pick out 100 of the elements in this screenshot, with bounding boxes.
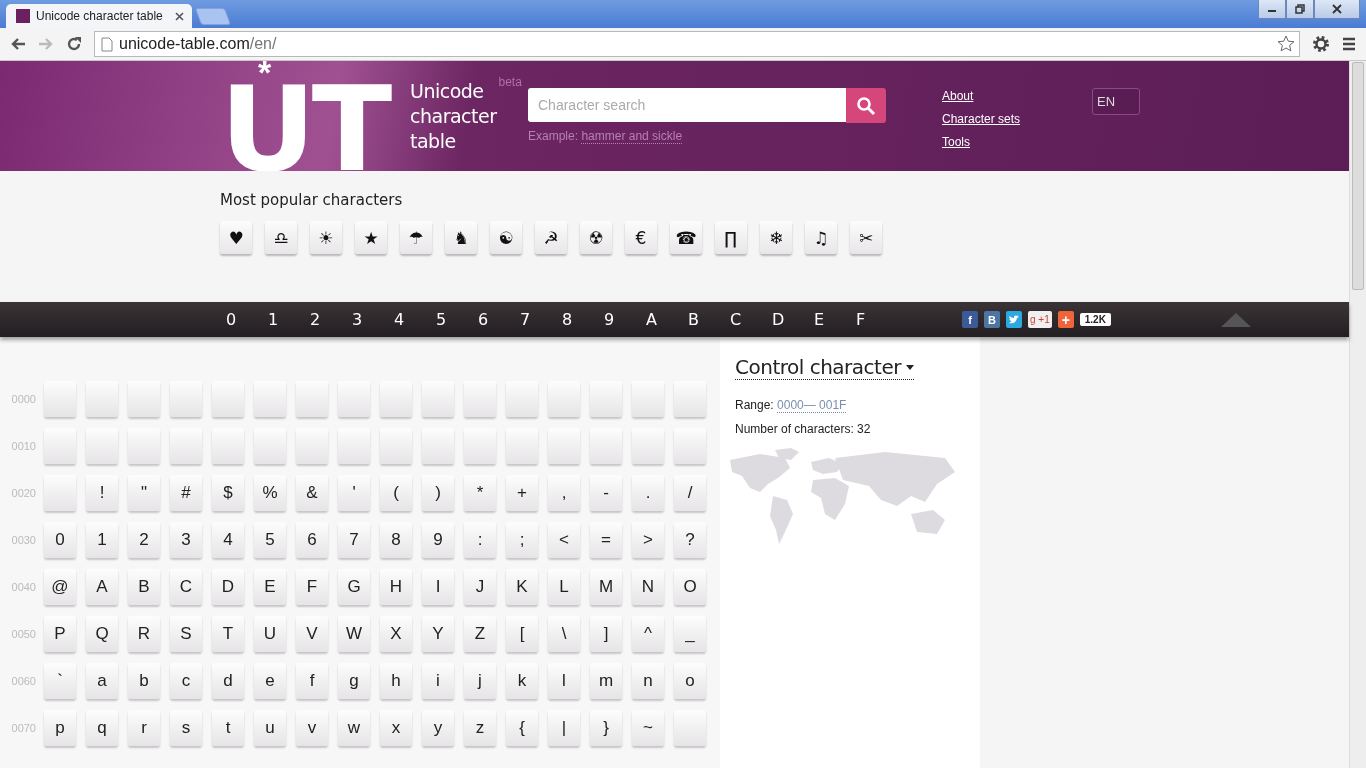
- character-key[interactable]: t: [212, 710, 244, 746]
- character-key[interactable]: ♫: [805, 221, 837, 254]
- character-key[interactable]: [338, 381, 370, 417]
- character-key[interactable]: [: [506, 616, 538, 652]
- character-key[interactable]: [422, 428, 454, 464]
- character-key[interactable]: `: [44, 663, 76, 699]
- character-key[interactable]: y: [422, 710, 454, 746]
- character-key[interactable]: w: [338, 710, 370, 746]
- character-key[interactable]: Y: [422, 616, 454, 652]
- character-key[interactable]: >: [632, 522, 664, 558]
- character-key[interactable]: [548, 381, 580, 417]
- character-key[interactable]: [128, 428, 160, 464]
- character-key[interactable]: p: [44, 710, 76, 746]
- address-bar[interactable]: unicode-table.com/en/: [94, 31, 1300, 57]
- new-tab-button[interactable]: [194, 8, 232, 25]
- character-key[interactable]: Z: [464, 616, 496, 652]
- character-key[interactable]: ;: [506, 522, 538, 558]
- character-key[interactable]: ☀: [310, 221, 342, 254]
- hex-digit-link[interactable]: 7: [520, 310, 562, 329]
- character-key[interactable]: H: [380, 569, 412, 605]
- character-key[interactable]: ❄: [760, 221, 792, 254]
- character-key[interactable]: [44, 475, 76, 511]
- character-key[interactable]: E: [254, 569, 286, 605]
- character-key[interactable]: }: [590, 710, 622, 746]
- character-key[interactable]: U: [254, 616, 286, 652]
- character-key[interactable]: 3: [170, 522, 202, 558]
- character-key[interactable]: [212, 381, 244, 417]
- search-button[interactable]: [846, 88, 886, 123]
- back-icon[interactable]: [10, 37, 26, 51]
- character-key[interactable]: e: [254, 663, 286, 699]
- character-key[interactable]: 5: [254, 522, 286, 558]
- range-link[interactable]: 0000— 001F: [777, 398, 847, 413]
- character-key[interactable]: *: [464, 475, 496, 511]
- character-key[interactable]: N: [632, 569, 664, 605]
- search-field[interactable]: Character search: [528, 88, 846, 122]
- character-key[interactable]: D: [212, 569, 244, 605]
- character-key[interactable]: l: [548, 663, 580, 699]
- character-key[interactable]: [590, 381, 622, 417]
- character-key[interactable]: [464, 381, 496, 417]
- character-key[interactable]: [212, 428, 244, 464]
- character-key[interactable]: [296, 428, 328, 464]
- vk-button[interactable]: B: [984, 311, 1000, 328]
- character-key[interactable]: ☭: [535, 221, 567, 254]
- character-key[interactable]: R: [128, 616, 160, 652]
- nav-link[interactable]: Tools: [942, 134, 1021, 151]
- character-key[interactable]: m: [590, 663, 622, 699]
- character-key[interactable]: 7: [338, 522, 370, 558]
- character-key[interactable]: ': [338, 475, 370, 511]
- character-key[interactable]: [86, 381, 118, 417]
- close-icon[interactable]: [175, 11, 184, 21]
- character-key[interactable]: V: [296, 616, 328, 652]
- twitter-button[interactable]: [1006, 311, 1022, 328]
- character-key[interactable]: 6: [296, 522, 328, 558]
- character-key[interactable]: ✂: [850, 221, 882, 254]
- hex-digit-link[interactable]: 6: [478, 310, 520, 329]
- character-key[interactable]: [44, 428, 76, 464]
- hex-digit-link[interactable]: 2: [310, 310, 352, 329]
- character-key[interactable]: C: [170, 569, 202, 605]
- character-key[interactable]: o: [674, 663, 706, 699]
- minimize-button[interactable]: [1258, 0, 1286, 19]
- character-key[interactable]: 2: [128, 522, 160, 558]
- character-key[interactable]: x: [380, 710, 412, 746]
- hex-digit-link[interactable]: D: [772, 310, 814, 329]
- scrollbar-thumb[interactable]: [1352, 62, 1364, 290]
- character-key[interactable]: [128, 381, 160, 417]
- character-key[interactable]: v: [296, 710, 328, 746]
- character-key[interactable]: F: [296, 569, 328, 605]
- site-logo[interactable]: UT *: [220, 61, 406, 171]
- character-key[interactable]: [464, 428, 496, 464]
- character-key[interactable]: ?: [674, 522, 706, 558]
- character-key[interactable]: K: [506, 569, 538, 605]
- block-dropdown[interactable]: Control character: [735, 355, 914, 380]
- character-key[interactable]: [506, 428, 538, 464]
- nav-link[interactable]: About: [942, 88, 1021, 105]
- character-key[interactable]: =: [590, 522, 622, 558]
- character-key[interactable]: 9: [422, 522, 454, 558]
- google-plus-button[interactable]: g +1: [1028, 311, 1052, 328]
- hex-digit-link[interactable]: 9: [604, 310, 646, 329]
- character-key[interactable]: f: [296, 663, 328, 699]
- character-key[interactable]: [380, 428, 412, 464]
- character-key[interactable]: c: [170, 663, 202, 699]
- character-key[interactable]: z: [464, 710, 496, 746]
- character-key[interactable]: ~: [632, 710, 664, 746]
- character-key[interactable]: [506, 381, 538, 417]
- character-key[interactable]: Q: [86, 616, 118, 652]
- character-key[interactable]: 4: [212, 522, 244, 558]
- character-key[interactable]: ): [422, 475, 454, 511]
- character-key[interactable]: [674, 710, 706, 746]
- character-key[interactable]: !: [86, 475, 118, 511]
- character-key[interactable]: [170, 428, 202, 464]
- scroll-up-icon[interactable]: [1220, 312, 1251, 327]
- character-key[interactable]: i: [422, 663, 454, 699]
- character-key[interactable]: &: [296, 475, 328, 511]
- browser-tab[interactable]: Unicode character table: [6, 4, 192, 28]
- hex-digit-link[interactable]: 4: [394, 310, 436, 329]
- character-key[interactable]: \: [548, 616, 580, 652]
- character-key[interactable]: r: [128, 710, 160, 746]
- character-key[interactable]: .: [632, 475, 664, 511]
- character-key[interactable]: [170, 381, 202, 417]
- character-key[interactable]: ♎: [265, 221, 297, 254]
